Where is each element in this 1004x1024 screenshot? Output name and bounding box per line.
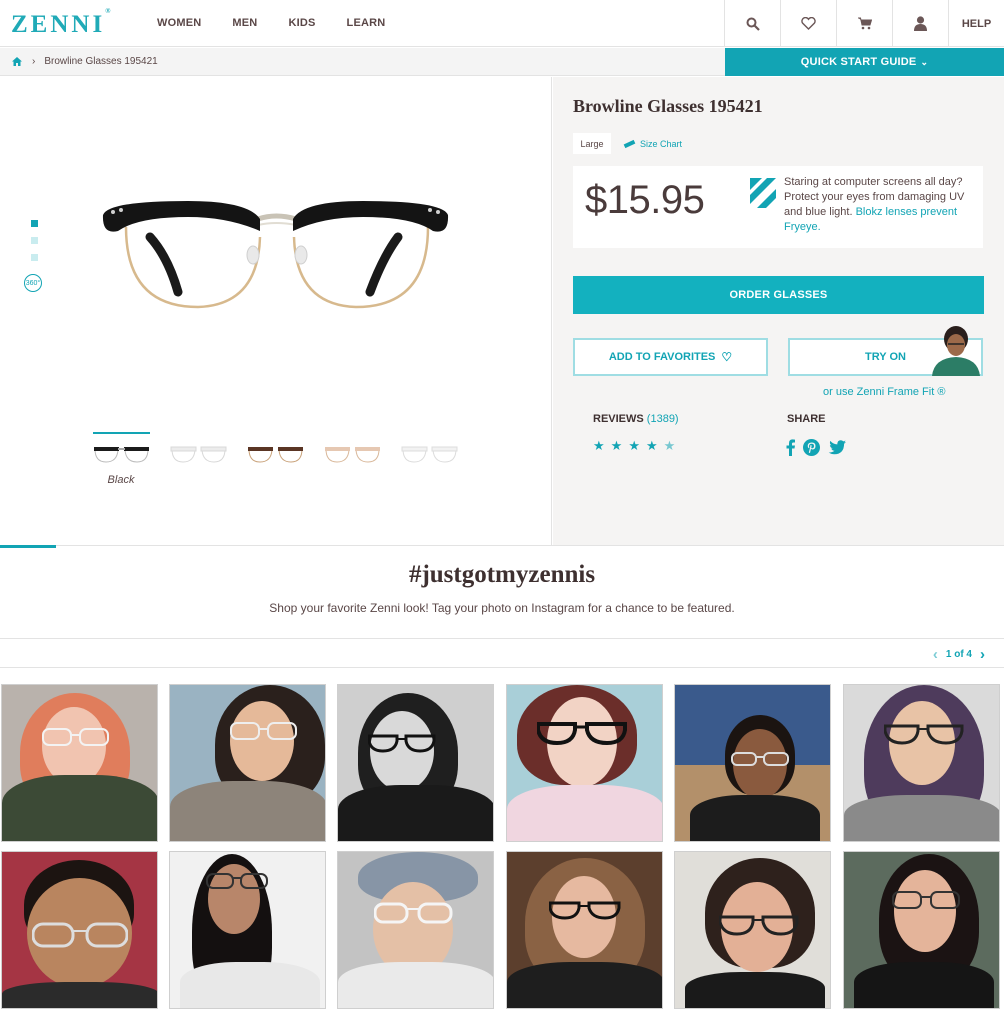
star-rating[interactable]: ★ ★ ★ ★ ★	[593, 438, 681, 454]
swatch-tortoise[interactable]	[246, 432, 304, 464]
top-navigation: ZENNI® WOMEN MEN KIDS LEARN HELP	[0, 0, 1004, 47]
blokz-icon	[750, 178, 776, 213]
help-link[interactable]: HELP	[948, 0, 1004, 47]
nav-link-learn[interactable]: LEARN	[347, 17, 386, 29]
nav-link-women[interactable]: WOMEN	[157, 17, 201, 29]
page-indicator: 1 of 4	[945, 649, 972, 660]
gallery-dot[interactable]	[31, 254, 38, 261]
reviews-label: REVIEWS	[593, 413, 644, 425]
size-chart-label: Size Chart	[640, 139, 683, 149]
customer-photo[interactable]	[1, 684, 158, 842]
product-title: Browline Glasses 195421	[573, 96, 763, 116]
gallery-dot[interactable]	[31, 237, 38, 244]
reviews-count: (1389)	[646, 413, 679, 425]
quick-start-label: QUICK START GUIDE	[800, 56, 917, 68]
zenni-logo[interactable]: ZENNI®	[11, 7, 110, 39]
product-info-panel: Browline Glasses 195421 Large Size Chart…	[553, 77, 1004, 545]
breadcrumb: › Browline Glasses 195421	[0, 48, 725, 76]
frame-fit-link[interactable]: or use Zenni Frame Fit ®	[823, 386, 945, 398]
gallery-pager: ‹ 1 of 4 ›	[933, 646, 985, 663]
swatch-black[interactable]	[92, 432, 150, 464]
search-icon[interactable]	[724, 0, 780, 47]
chevron-right-icon[interactable]: ›	[980, 646, 985, 663]
pinterest-icon[interactable]	[803, 439, 820, 461]
chevron-left-icon[interactable]: ‹	[933, 646, 938, 663]
selected-color-name: Black	[107, 474, 135, 486]
blokz-promo: Staring at computer screens all day? Pro…	[784, 175, 979, 235]
nav-link-kids[interactable]: KIDS	[288, 17, 315, 29]
color-swatches	[92, 432, 477, 464]
customer-photo[interactable]	[169, 684, 326, 842]
customer-photo[interactable]	[843, 851, 1000, 1009]
try-on-avatar	[928, 324, 984, 381]
size-option[interactable]: Large	[573, 133, 611, 154]
product-image	[98, 197, 453, 322]
home-icon[interactable]	[12, 53, 22, 71]
price: $15.95	[585, 178, 705, 222]
main-nav-links: WOMEN MEN KIDS LEARN	[157, 0, 416, 46]
try-on-label: TRY ON	[865, 351, 906, 363]
customer-photo[interactable]	[506, 684, 663, 842]
swatch-clear[interactable]	[169, 432, 227, 464]
swatch-clear-2[interactable]	[400, 432, 458, 464]
facebook-icon[interactable]	[786, 439, 795, 461]
customer-photo[interactable]	[843, 684, 1000, 842]
nav-link-men[interactable]: MEN	[232, 17, 257, 29]
reviews-heading[interactable]: REVIEWS (1389)	[593, 413, 679, 425]
star-icon: ★	[593, 438, 605, 453]
gallery-dot[interactable]	[31, 220, 38, 227]
product-gallery: 360° Black	[0, 77, 552, 545]
view-360-icon[interactable]: 360°	[24, 274, 42, 292]
chevron-down-icon: ⌄	[920, 56, 929, 67]
star-icon: ★	[645, 438, 658, 453]
ruler-icon	[623, 139, 636, 149]
gallery-pager-bar: ‹ 1 of 4 ›	[0, 638, 1004, 668]
customer-photo[interactable]	[1, 851, 158, 1009]
quick-start-guide-button[interactable]: QUICK START GUIDE ⌄	[725, 48, 1004, 76]
customer-photo[interactable]	[674, 684, 831, 842]
order-glasses-button[interactable]: ORDER GLASSES	[573, 276, 984, 314]
size-chart-link[interactable]: Size Chart	[623, 139, 683, 149]
community-hashtag: #justgotmyzennis	[408, 561, 596, 588]
customer-photo[interactable]	[337, 851, 494, 1009]
customer-photo[interactable]	[337, 684, 494, 842]
community-subline: Shop your favorite Zenni look! Tag your …	[269, 601, 735, 615]
chevron-right-icon: ›	[32, 56, 36, 67]
star-icon: ★	[628, 438, 640, 453]
share-icons	[786, 439, 854, 461]
section-divider	[0, 545, 1004, 546]
section-divider-accent	[0, 545, 56, 548]
customer-photo[interactable]	[169, 851, 326, 1009]
heart-icon[interactable]	[780, 0, 836, 47]
share-heading: SHARE	[787, 413, 826, 425]
user-icon[interactable]	[892, 0, 948, 47]
image-pagination	[31, 220, 38, 271]
star-icon: ★	[610, 438, 623, 453]
nav-utility-icons: HELP	[724, 0, 1004, 47]
price-box: $15.95 Staring at computer screens all d…	[573, 166, 983, 248]
add-to-favorites-button[interactable]: ADD TO FAVORITES ♡	[573, 338, 768, 376]
twitter-icon[interactable]	[828, 440, 846, 460]
heart-outline-icon: ♡	[721, 350, 733, 364]
customer-photo[interactable]	[674, 851, 831, 1009]
swatch-rose[interactable]	[323, 432, 381, 464]
half-star-icon: ★	[663, 438, 676, 453]
customer-photo[interactable]	[506, 851, 663, 1009]
favorites-label: ADD TO FAVORITES	[608, 351, 716, 363]
breadcrumb-current: Browline Glasses 195421	[44, 56, 158, 67]
cart-icon[interactable]	[836, 0, 892, 47]
